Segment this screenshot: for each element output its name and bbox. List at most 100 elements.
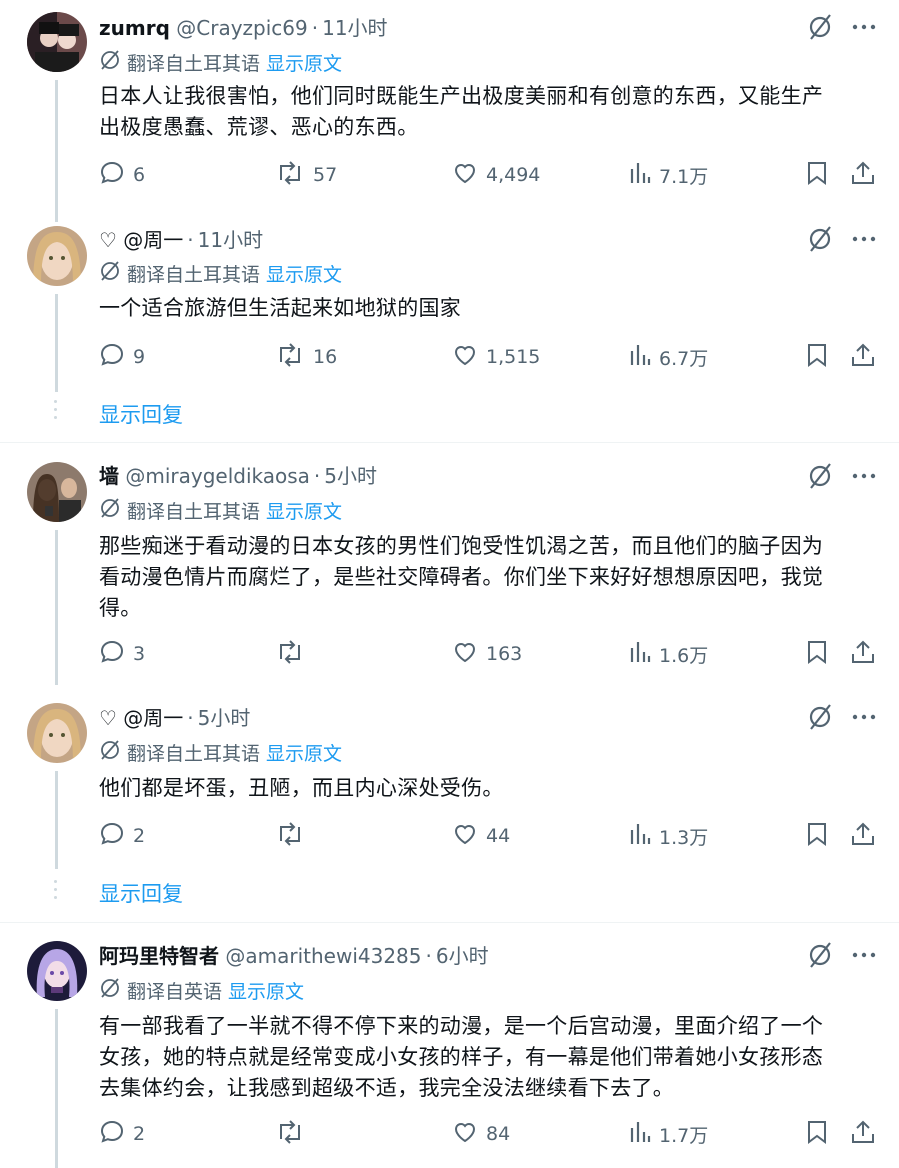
translation-label: 翻译自英语 xyxy=(127,981,223,1003)
tweet-text-line: 女孩，她的特点就是经常变成小女孩的样子，有一幕是他们带着她小女孩形态 xyxy=(99,1045,824,1069)
reply-icon xyxy=(99,1119,133,1150)
tweet[interactable]: ♡ @周一 · 5小时 翻译自土耳其语 显示原文 他们都是坏蛋，丑陋，而且内心深处受伤… xyxy=(0,685,899,922)
retweet-button[interactable] xyxy=(275,821,313,851)
views-button[interactable]: 1.7万 xyxy=(629,1119,708,1149)
tweet[interactable]: 阿玛里特智者 @amarithewi43285 · 6小时 翻译自英语 显示原文 有一… xyxy=(0,923,899,1168)
timestamp[interactable]: 6小时 xyxy=(436,944,489,968)
reply-button[interactable]: 9 xyxy=(99,342,145,372)
retweet-button[interactable]: 57 xyxy=(275,160,337,190)
like-button[interactable]: 1,515 xyxy=(452,342,540,372)
like-button[interactable]: 163 xyxy=(452,639,522,669)
timestamp[interactable]: 5小时 xyxy=(324,464,377,488)
thread-dots xyxy=(53,400,59,424)
avatar[interactable] xyxy=(27,12,87,72)
translate-icon xyxy=(99,739,121,768)
share-icon xyxy=(850,1119,884,1150)
share-button[interactable] xyxy=(850,1119,884,1149)
action-bar: 2 84 1.7万 xyxy=(99,1119,879,1149)
like-button[interactable]: 44 xyxy=(452,821,510,851)
tweet-top-icons xyxy=(807,462,877,492)
handle[interactable]: ♡ @周一 xyxy=(99,228,183,252)
share-icon xyxy=(850,821,884,852)
handle[interactable]: ♡ @周一 xyxy=(99,706,183,730)
display-name[interactable]: 墙 xyxy=(99,464,119,488)
reply-button[interactable]: 2 xyxy=(99,1119,145,1149)
avatar[interactable] xyxy=(27,462,87,522)
share-button[interactable] xyxy=(850,342,884,372)
retweet-button[interactable] xyxy=(275,1119,313,1149)
timestamp[interactable]: 11小时 xyxy=(322,16,387,40)
handle[interactable]: @Crayzpic69 xyxy=(176,16,307,40)
share-button[interactable] xyxy=(850,160,884,190)
display-name[interactable]: 阿玛里特智者 xyxy=(99,944,219,968)
display-name[interactable]: zumrq xyxy=(99,16,170,40)
show-replies-link[interactable]: 显示回复 xyxy=(99,879,183,909)
show-original-link[interactable]: 显示原文 xyxy=(228,981,304,1003)
like-button[interactable]: 84 xyxy=(452,1119,510,1149)
like-button[interactable]: 4,494 xyxy=(452,160,540,190)
timestamp[interactable]: 5小时 xyxy=(198,706,251,730)
tweet[interactable]: ♡ @周一 · 11小时 翻译自土耳其语 显示原文 一个适合旅游但生活起来如地狱的国家… xyxy=(0,222,899,442)
separator-dot: · xyxy=(187,228,194,252)
bookmark-button[interactable] xyxy=(805,639,837,669)
tweet-header: zumrq @Crayzpic69 · 11小时 xyxy=(99,13,839,43)
grok-icon[interactable] xyxy=(807,225,833,257)
views-button[interactable]: 1.6万 xyxy=(629,639,708,669)
reply-button[interactable]: 6 xyxy=(99,160,145,190)
retweet-button[interactable]: 16 xyxy=(275,342,337,372)
bookmark-button[interactable] xyxy=(805,1119,837,1149)
share-button[interactable] xyxy=(850,821,884,851)
retweet-icon xyxy=(275,1119,313,1150)
tweet-top-icons xyxy=(807,13,877,43)
tweet-header: 墙 @miraygeldikaosa · 5小时 xyxy=(99,461,839,491)
grok-icon[interactable] xyxy=(807,462,833,494)
tweet-text-line: 得。 xyxy=(99,596,142,620)
show-original-link[interactable]: 显示原文 xyxy=(266,264,342,286)
retweet-button[interactable] xyxy=(275,639,313,669)
thread-dots xyxy=(53,880,59,904)
timestamp[interactable]: 11小时 xyxy=(198,228,263,252)
more-icon[interactable] xyxy=(851,462,877,494)
avatar[interactable] xyxy=(27,703,87,763)
more-icon[interactable] xyxy=(851,225,877,257)
tweet-text-line: 看动漫色情片而腐烂了，是些社交障碍者。你们坐下来好好想想原因吧，我觉 xyxy=(99,565,824,589)
show-replies-link[interactable]: 显示回复 xyxy=(99,400,183,430)
retweet-icon xyxy=(275,821,313,852)
share-button[interactable] xyxy=(850,639,884,669)
separator-dot: · xyxy=(313,464,321,488)
reply-button[interactable]: 2 xyxy=(99,821,145,851)
bookmark-button[interactable] xyxy=(805,821,837,851)
views-button[interactable]: 6.7万 xyxy=(629,342,708,372)
bookmark-button[interactable] xyxy=(805,342,837,372)
views-count: 1.3万 xyxy=(659,826,709,849)
handle[interactable]: @miraygeldikaosa xyxy=(125,464,310,488)
views-button[interactable]: 1.3万 xyxy=(629,821,708,851)
more-icon[interactable] xyxy=(851,941,877,973)
tweet[interactable]: 墙 @miraygeldikaosa · 5小时 翻译自土耳其语 显示原文 那些痴迷于… xyxy=(0,443,899,685)
avatar[interactable] xyxy=(27,226,87,286)
reply-icon xyxy=(99,639,133,670)
grok-icon[interactable] xyxy=(807,13,833,45)
avatar[interactable] xyxy=(27,941,87,1001)
reply-icon xyxy=(99,821,133,852)
heart-icon xyxy=(452,160,486,191)
show-original-link[interactable]: 显示原文 xyxy=(266,743,342,765)
views-icon xyxy=(629,343,659,372)
views-button[interactable]: 7.1万 xyxy=(629,160,708,190)
tweet-header: ♡ @周一 · 5小时 xyxy=(99,703,839,733)
reply-button[interactable]: 3 xyxy=(99,639,145,669)
translate-icon xyxy=(99,49,121,78)
grok-icon[interactable] xyxy=(807,703,833,735)
bookmark-icon xyxy=(805,821,837,852)
thread-line xyxy=(55,1009,58,1168)
show-original-link[interactable]: 显示原文 xyxy=(266,501,342,523)
more-icon[interactable] xyxy=(851,703,877,735)
more-icon[interactable] xyxy=(851,13,877,45)
tweet[interactable]: zumrq @Crayzpic69 · 11小时 翻译自土耳其语 显示原文 日本人让我… xyxy=(0,0,899,222)
handle[interactable]: @amarithewi43285 xyxy=(225,944,421,968)
show-original-link[interactable]: 显示原文 xyxy=(266,53,342,75)
tweet-text-line: 去集体约会，让我感到超级不适，我完全没法继续看下去了。 xyxy=(99,1076,675,1100)
grok-icon[interactable] xyxy=(807,941,833,973)
bookmark-button[interactable] xyxy=(805,160,837,190)
tweet-text: 那些痴迷于看动漫的日本女孩的男性们饱受性饥渴之苦，而且他们的脑子因为 看动漫色情… xyxy=(99,531,869,624)
